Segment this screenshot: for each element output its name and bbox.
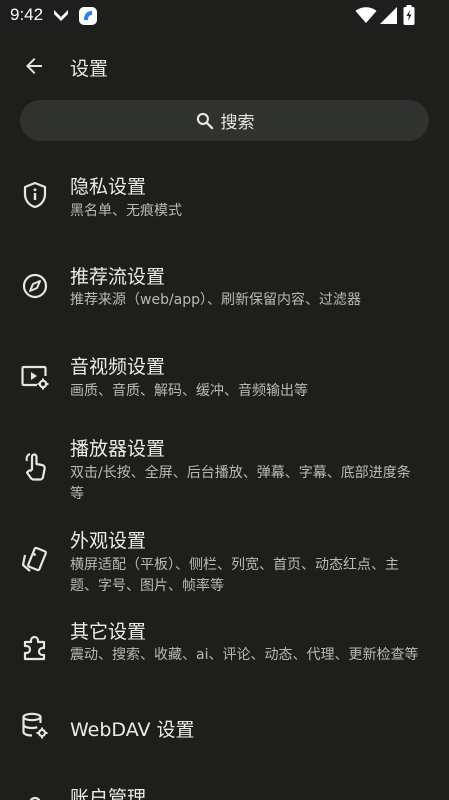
account-icon [16,788,54,800]
search-button[interactable]: 搜索 [20,100,429,141]
settings-item-subtitle: 推荐来源（web/app）、刷新保留内容、过滤器 [70,292,362,308]
battery-charging-icon [403,5,415,29]
settings-item-title: WebDAV 设置 [70,719,195,741]
settings-item-account[interactable]: 账户管理 [0,760,449,800]
settings-item-title: 外观设置 [70,530,147,552]
settings-item-title: 账户管理 [70,787,147,800]
app-bar: 设置 [0,32,449,98]
settings-item-title: 隐私设置 [70,176,147,198]
shield-info-icon [16,176,54,214]
settings-item-player[interactable]: 播放器设置 双击/长按、全屏、后台播放、弹幕、字幕、底部进度条等 [0,414,449,504]
wifi-icon [355,7,377,28]
download-arrow-icon [52,8,70,28]
settings-screen: 9:42 设置 搜索 隐私设置 黑名单、无痕模式 推荐流设置 推荐来源（web/… [0,0,449,800]
signal-icon [380,7,397,28]
settings-item-subtitle: 黑名单、无痕模式 [70,203,182,219]
settings-item-subtitle: 横屏适配（平板）、侧栏、列宽、首页、动态红点、主题、字号、图片、帧率等 [70,557,399,594]
status-bar: 9:42 [0,0,449,32]
video-settings-icon [16,358,54,396]
database-settings-icon [16,707,54,745]
settings-item-audio-video[interactable]: 音视频设置 画质、音质、解码、缓冲、音频输出等 [0,328,449,412]
settings-item-feed[interactable]: 推荐流设置 推荐来源（web/app）、刷新保留内容、过滤器 [0,238,449,326]
settings-item-subtitle: 画质、音质、解码、缓冲、音频输出等 [70,383,308,399]
settings-item-title: 播放器设置 [70,438,166,460]
settings-item-other[interactable]: 其它设置 震动、搜索、收藏、ai、评论、动态、代理、更新检查等 [0,596,449,692]
compass-icon [16,267,54,305]
status-time: 9:42 [10,5,44,24]
app-notification-icon [78,6,98,30]
settings-item-subtitle: 震动、搜索、收藏、ai、评论、动态、代理、更新检查等 [70,647,419,663]
settings-item-title: 推荐流设置 [70,266,166,288]
settings-item-privacy[interactable]: 隐私设置 黑名单、无痕模式 [0,150,449,236]
back-button[interactable] [14,48,54,84]
page-title: 设置 [70,58,109,80]
search-icon [195,111,215,131]
search-label: 搜索 [220,113,255,133]
settings-item-title: 其它设置 [70,621,147,643]
touch-gesture-icon [16,447,54,485]
puzzle-extension-icon [16,629,54,667]
cards-appearance-icon [16,541,54,579]
arrow-back-icon [26,58,42,74]
settings-item-appearance[interactable]: 外观设置 横屏适配（平板）、侧栏、列宽、首页、动态红点、主题、字号、图片、帧率等 [0,506,449,596]
settings-item-title: 音视频设置 [70,356,166,378]
settings-item-subtitle: 双击/长按、全屏、后台播放、弹幕、字幕、底部进度条等 [70,465,411,502]
settings-item-webdav[interactable]: WebDAV 设置 [0,695,449,757]
